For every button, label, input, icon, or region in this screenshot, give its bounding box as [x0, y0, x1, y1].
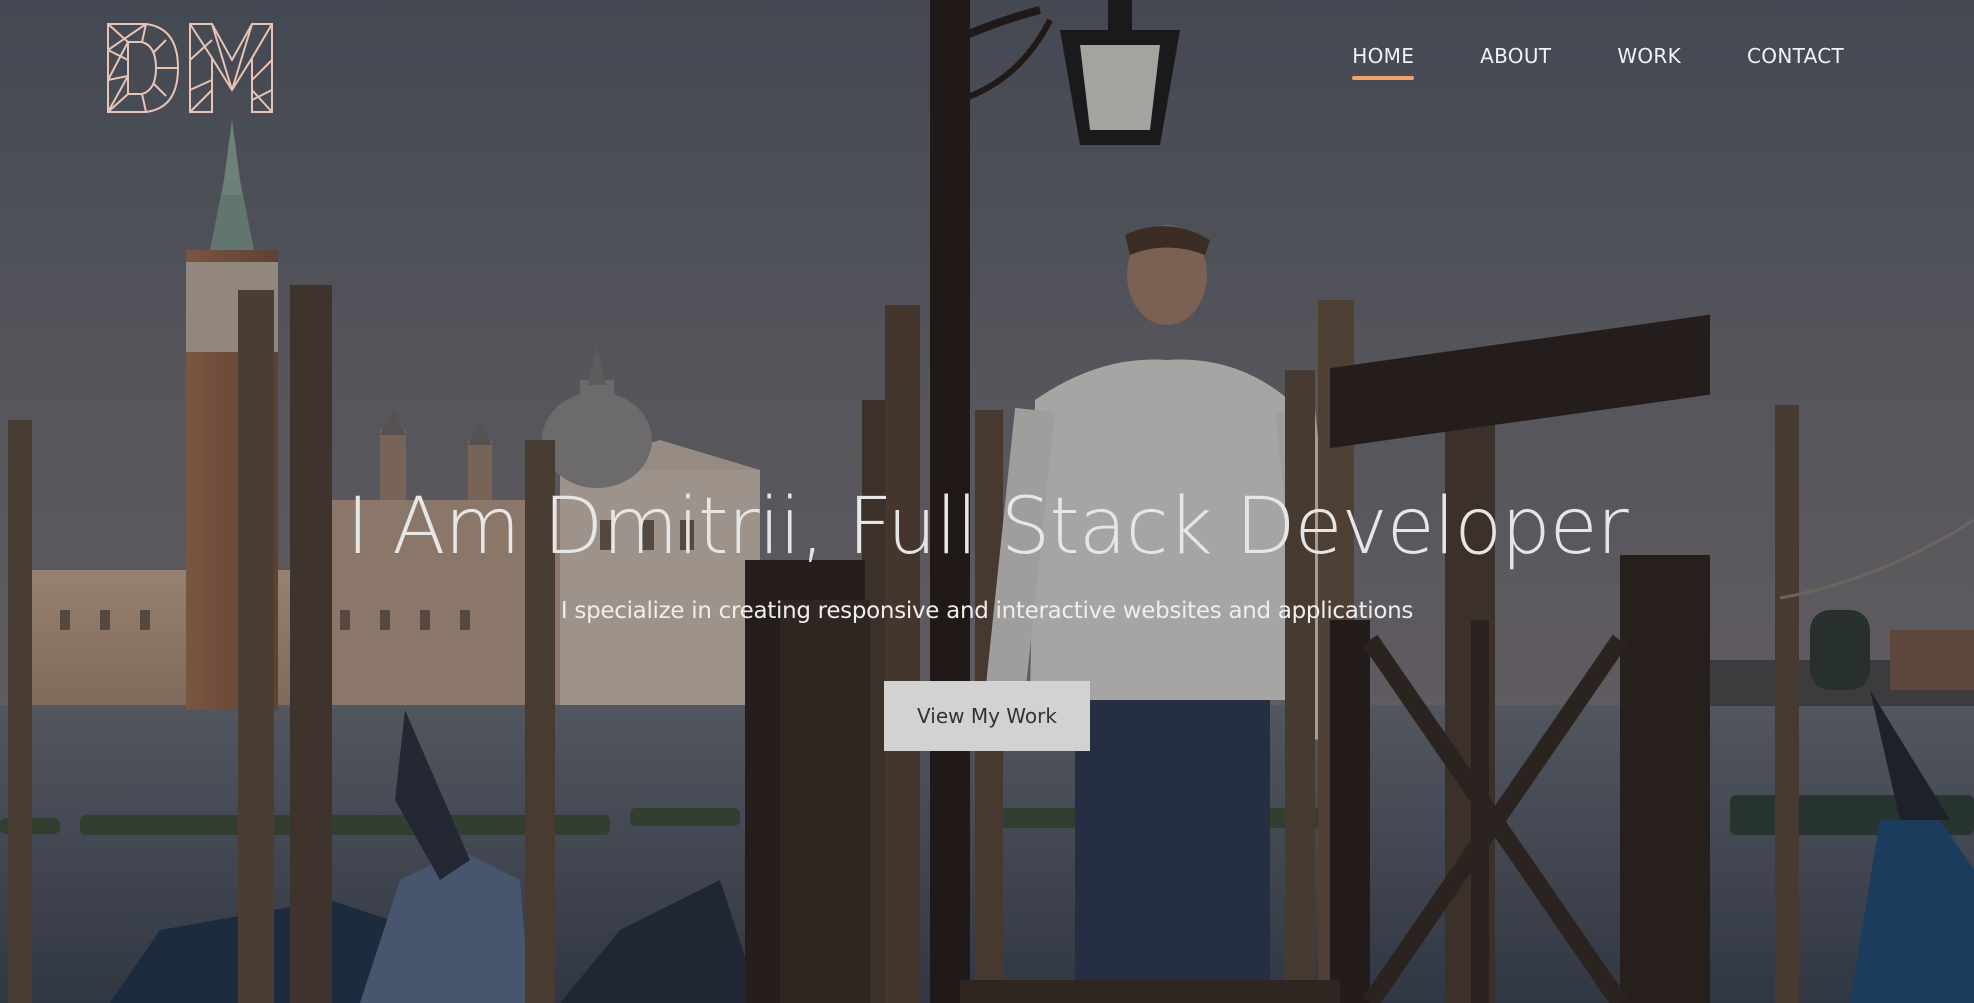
view-my-work-button[interactable]: View My Work: [884, 681, 1090, 751]
hero-subheadline: I specialize in creating responsive and …: [560, 598, 1414, 624]
dm-logo[interactable]: [104, 20, 274, 116]
hero-section: HOME ABOUT WORK CONTACT I Am Dmitrii, Fu…: [0, 0, 1974, 1003]
nav-work[interactable]: WORK: [1617, 44, 1681, 80]
nav-home[interactable]: HOME: [1352, 44, 1415, 80]
nav-contact[interactable]: CONTACT: [1747, 44, 1844, 80]
main-nav: HOME ABOUT WORK CONTACT: [1352, 44, 1844, 80]
nav-about[interactable]: ABOUT: [1480, 44, 1551, 80]
hero-headline: I Am Dmitrii, Full Stack Developer: [346, 482, 1628, 572]
